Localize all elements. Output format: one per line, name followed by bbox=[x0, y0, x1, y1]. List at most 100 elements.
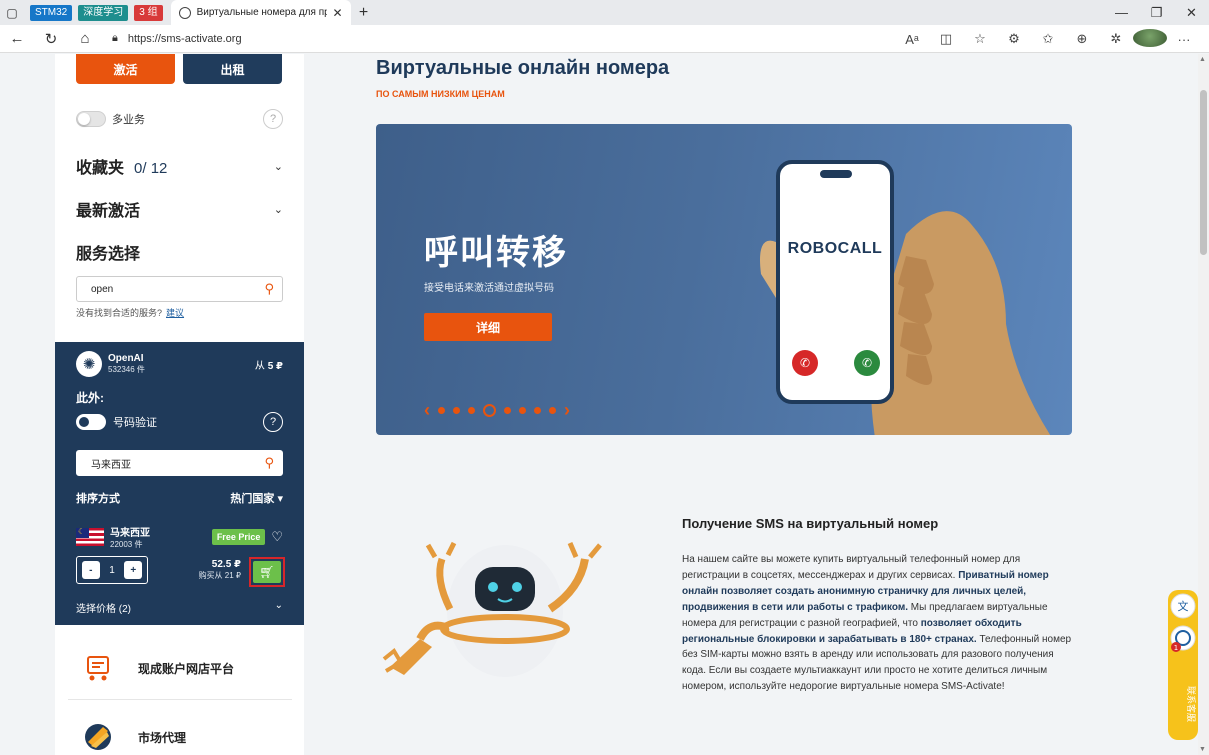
carousel-prev-icon[interactable]: ‹ bbox=[424, 400, 430, 421]
scroll-down-icon[interactable]: ▼ bbox=[1199, 746, 1206, 753]
profile-avatar-icon[interactable] bbox=[1133, 28, 1167, 50]
free-price-badge[interactable]: Free Price bbox=[211, 529, 266, 545]
choose-price-row[interactable]: 选择价格 (2) ⌄ bbox=[76, 600, 283, 615]
country-count: 22003 件 bbox=[110, 540, 143, 549]
carousel-dots bbox=[438, 404, 556, 417]
number-verify-toggle[interactable] bbox=[76, 414, 106, 430]
country-search-value: 马来西亚 bbox=[91, 459, 131, 471]
quantity-value[interactable]: 1 bbox=[109, 565, 115, 576]
favorites-title-group: 收藏夹 0/ 12 bbox=[76, 154, 167, 178]
country-row-malaysia[interactable]: 马来西亚 22003 件 Free Price ♡ bbox=[76, 524, 283, 550]
sort-dropdown[interactable]: 热门国家 ▾ bbox=[230, 490, 283, 506]
country-actions: Free Price ♡ bbox=[211, 529, 283, 545]
promo-account-shop[interactable]: 现成账户网店平台 bbox=[68, 638, 292, 700]
page-heading: Виртуальные онлайн номера bbox=[376, 57, 670, 79]
number-verify-label: 号码验证 bbox=[113, 417, 157, 429]
copilot-icon[interactable]: ✲ bbox=[1099, 31, 1133, 47]
service-search-input[interactable]: open ⚲ bbox=[76, 276, 283, 302]
mode-buttons: 激活 出租 bbox=[76, 54, 282, 84]
activate-button[interactable]: 激活 bbox=[76, 54, 175, 84]
restore-icon[interactable]: ❐ bbox=[1139, 0, 1174, 25]
new-tab-icon[interactable]: + bbox=[351, 4, 377, 22]
scroll-up-icon[interactable]: ▲ bbox=[1199, 56, 1206, 63]
address-bar-icons: Aᵃ ◫ ☆ ⚙ ✩ ⊕ ✲ ··· bbox=[895, 25, 1201, 53]
page-scrollbar[interactable]: ▲ ▼ bbox=[1198, 54, 1209, 755]
floating-help-widget[interactable]: 文 1 联系客服 bbox=[1168, 584, 1198, 740]
chevron-down-icon[interactable]: ⌄ bbox=[274, 203, 283, 216]
extensions-icon[interactable]: ⚙ bbox=[997, 31, 1031, 47]
collections-icon[interactable]: ⊕ bbox=[1065, 31, 1099, 47]
chevron-down-icon: ⌄ bbox=[274, 600, 283, 611]
favorite-star-icon[interactable]: ☆ bbox=[963, 31, 997, 47]
favorites-icon[interactable]: ✩ bbox=[1031, 31, 1065, 47]
increment-button[interactable]: + bbox=[124, 561, 143, 579]
support-label: 联系客服 bbox=[1185, 686, 1197, 722]
search-icon[interactable]: ⚲ bbox=[264, 281, 274, 297]
carousel-dot[interactable] bbox=[453, 407, 460, 414]
carousel-dot[interactable] bbox=[534, 407, 541, 414]
multi-service-help-icon[interactable]: ? bbox=[263, 109, 283, 129]
decrement-button[interactable]: - bbox=[81, 561, 100, 579]
country-name: 马来西亚 bbox=[110, 528, 150, 539]
carousel-dot[interactable] bbox=[519, 407, 526, 414]
rent-button[interactable]: 出租 bbox=[183, 54, 282, 84]
carousel-dot[interactable] bbox=[549, 407, 556, 414]
reader-view-icon[interactable]: ◫ bbox=[929, 31, 963, 47]
minimize-icon[interactable]: — bbox=[1104, 0, 1139, 25]
active-tab[interactable]: Виртуальные номера для прие ✕ bbox=[170, 0, 351, 25]
lock-icon: 🔒︎ bbox=[112, 32, 118, 44]
country-info: 马来西亚 22003 件 bbox=[76, 524, 150, 550]
selected-service-panel: ✺ OpenAI 532346 件 从 5 ₽ 此外: 号码验证 ? 马来西亚 … bbox=[55, 342, 304, 625]
more-menu-icon[interactable]: ··· bbox=[1167, 32, 1201, 47]
country-text: 马来西亚 22003 件 bbox=[110, 524, 150, 550]
banner-subtitle: 接受电话来激活通过虚拟号码 bbox=[424, 283, 554, 294]
back-icon[interactable]: ← bbox=[0, 30, 34, 47]
also-label: 此外: bbox=[76, 391, 104, 405]
browser-tab-bar: ▢ STM32 深度学习 3 组 Виртуальные номера для … bbox=[0, 0, 1209, 25]
carousel-dot[interactable] bbox=[483, 404, 496, 417]
service-row-openai[interactable]: ✺ OpenAI 532346 件 从 5 ₽ bbox=[76, 351, 283, 377]
buy-cart-button[interactable]: 🛒︎ bbox=[249, 557, 285, 587]
scrollbar-thumb[interactable] bbox=[1200, 90, 1207, 255]
country-price-value: 52.5 ₽ bbox=[211, 559, 241, 570]
close-tab-icon[interactable]: ✕ bbox=[333, 6, 343, 20]
read-aloud-icon[interactable]: Aᵃ bbox=[895, 32, 929, 47]
service-price-value: 5 ₽ bbox=[267, 360, 283, 372]
close-window-icon[interactable]: ✕ bbox=[1174, 0, 1209, 25]
recent-activations-section[interactable]: 最新激活 ⌄ bbox=[76, 197, 283, 221]
promo-market-proxy[interactable]: 市场代理 bbox=[68, 706, 292, 755]
not-found-text: 没有找到合适的服务? bbox=[76, 308, 163, 318]
url-field[interactable]: 🔒︎ https://sms-activate.org bbox=[112, 32, 242, 45]
carousel-dot[interactable] bbox=[504, 407, 511, 414]
service-price: 从 5 ₽ bbox=[255, 357, 283, 372]
carousel-dot[interactable] bbox=[438, 407, 445, 414]
multi-service-toggle[interactable] bbox=[76, 111, 106, 127]
carousel-dot[interactable] bbox=[468, 407, 475, 414]
banner-title: 呼叫转移 bbox=[424, 234, 568, 272]
number-verify-help-icon[interactable]: ? bbox=[263, 412, 283, 432]
favorites-section[interactable]: 收藏夹 0/ 12 ⌄ bbox=[76, 154, 283, 178]
phone-screen-text: ROBOCALL bbox=[787, 240, 883, 257]
tab-actions-icon[interactable]: ▢ bbox=[0, 0, 24, 25]
suggest-link[interactable]: 建议 bbox=[166, 308, 184, 318]
bookmark-group-3[interactable]: 3 组 bbox=[134, 4, 163, 21]
country-search-input[interactable]: 马来西亚 ⚲ bbox=[76, 450, 283, 476]
buy-from-text: 购买从 21 ₽ bbox=[198, 571, 241, 580]
carousel-next-icon[interactable]: › bbox=[564, 400, 570, 421]
bookmark-stm32[interactable]: STM32 bbox=[30, 4, 73, 21]
promo-market-proxy-label: 市场代理 bbox=[138, 730, 187, 745]
home-icon[interactable]: ⌂ bbox=[68, 30, 102, 47]
service-name: OpenAI bbox=[108, 353, 144, 364]
search-icon[interactable]: ⚲ bbox=[264, 455, 274, 471]
heart-icon[interactable]: ♡ bbox=[271, 529, 283, 545]
chevron-down-icon[interactable]: ⌄ bbox=[274, 160, 283, 173]
choose-price-label: 选择价格 (2) bbox=[76, 604, 131, 615]
refresh-icon[interactable]: ↻ bbox=[34, 30, 68, 48]
favorites-total: / 12 bbox=[142, 160, 168, 177]
banner-details-button[interactable]: 详细 bbox=[424, 313, 552, 341]
recent-activations-label: 最新激活 bbox=[76, 203, 141, 220]
url-text: https://sms-activate.org bbox=[127, 32, 242, 45]
bookmark-deep-learning[interactable]: 深度学习 bbox=[78, 4, 129, 21]
not-found-hint: 没有找到合适的服务? 建议 bbox=[76, 306, 184, 319]
section-title: Получение SMS на виртуальный номер bbox=[682, 516, 939, 531]
